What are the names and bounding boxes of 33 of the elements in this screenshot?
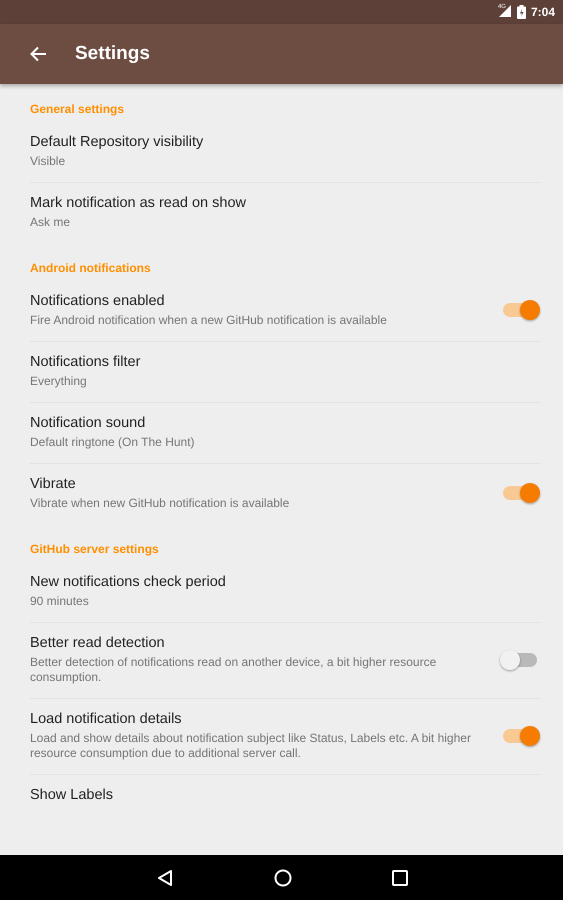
section-header: General settings: [30, 101, 126, 118]
back-nav-button[interactable]: [156, 868, 174, 886]
setting-title[interactable]: New notifications check period: [30, 573, 541, 592]
section-header: Android notifications: [30, 260, 152, 277]
setting-summary: Vibrate when new GitHub notification is available: [30, 496, 290, 511]
setting-summary: Default ringtone (On The Hunt): [30, 435, 196, 450]
setting-title[interactable]: Vibrate: [30, 475, 483, 494]
setting-summary: 90 minutes: [30, 594, 90, 609]
setting-summary: Load and show details about notification subject like Status, Labels etc. A bit higher resource consumption due to additional server call.: [30, 731, 472, 761]
setting-title[interactable]: Default Repository visibility: [30, 133, 541, 152]
setting-summary: Better detection of notifications read on another device, a bit higher resource consumption.: [30, 655, 438, 685]
signal-icon: [498, 4, 512, 18]
setting-title[interactable]: Load notification details: [30, 710, 483, 729]
setting-title[interactable]: Notifications enabled: [30, 292, 483, 311]
setting-summary: Ask me: [30, 215, 72, 230]
setting-title[interactable]: Mark notification as read on show: [30, 194, 541, 213]
setting-title[interactable]: Notifications filter: [30, 353, 541, 372]
setting-title[interactable]: Notification sound: [30, 414, 541, 433]
toggle-switch[interactable]: [503, 486, 537, 500]
recents-button[interactable]: [392, 870, 408, 886]
toggle-switch[interactable]: [503, 728, 537, 742]
setting-title[interactable]: Show Labels: [30, 786, 541, 805]
home-button[interactable]: [274, 868, 292, 886]
toggle-switch[interactable]: [503, 303, 537, 317]
setting-summary: Visible: [30, 154, 66, 169]
clock: 7:04: [530, 5, 555, 19]
setting-title[interactable]: Better read detection: [30, 634, 483, 653]
battery-icon: [516, 5, 526, 19]
setting-summary: Everything: [30, 374, 88, 389]
section-header: GitHub server settings: [30, 541, 160, 558]
back-button[interactable]: [29, 45, 47, 63]
setting-summary: Fire Android notification when a new GitHub notification is available: [30, 313, 388, 328]
screen-title: Settings: [75, 43, 150, 65]
